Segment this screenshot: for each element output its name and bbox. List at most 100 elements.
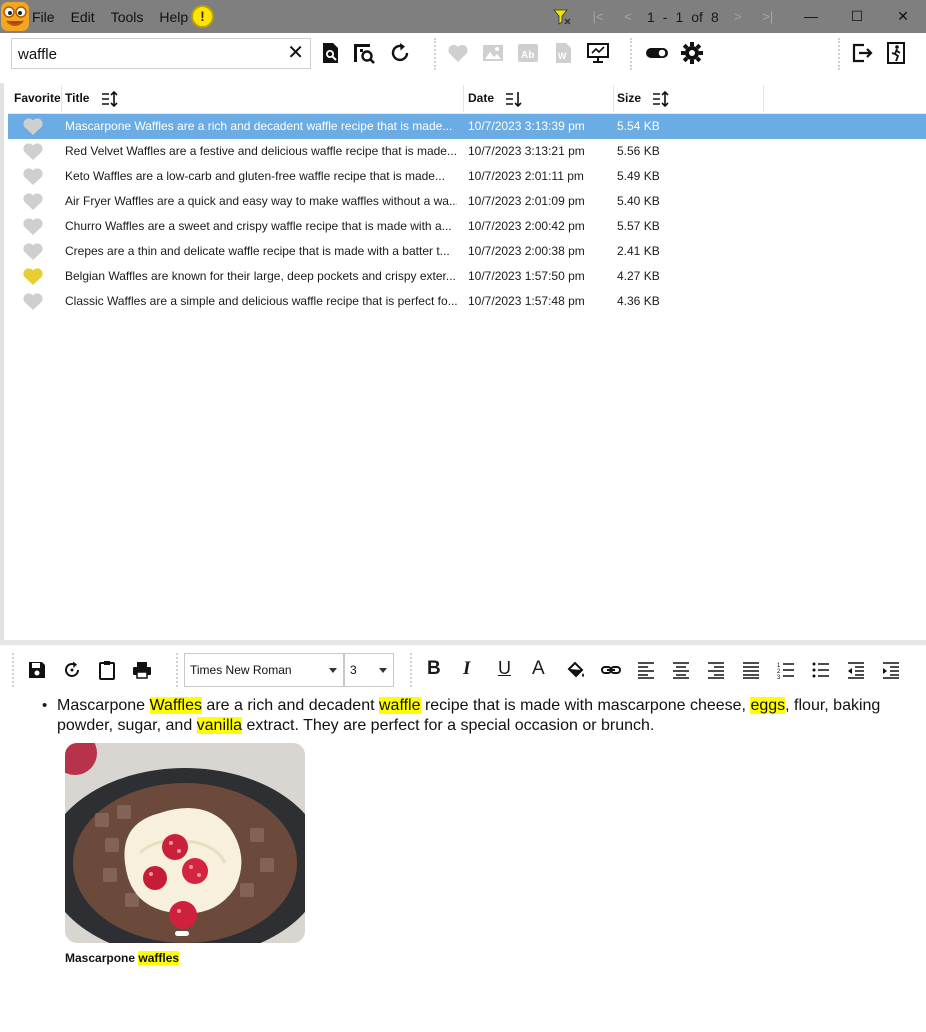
table-row[interactable]: Crepes are a thin and delicate waffle re… (8, 239, 926, 264)
favorite-heart-icon[interactable] (22, 292, 44, 311)
last-page-icon[interactable]: >| (753, 9, 783, 24)
first-page-icon[interactable]: |< (583, 9, 613, 24)
row-title: Air Fryer Waffles are a quick and easy w… (65, 194, 457, 208)
search-highlight: vanilla (196, 716, 243, 734)
exit-icon[interactable] (885, 41, 909, 65)
gear-icon[interactable] (680, 41, 704, 65)
favorite-heart-icon[interactable] (22, 242, 44, 261)
table-row[interactable]: Belgian Waffles are known for their larg… (8, 264, 926, 289)
app-logo-icon (1, 2, 29, 31)
column-divider[interactable] (61, 85, 62, 112)
menu-edit[interactable]: Edit (71, 9, 95, 25)
header-favorite[interactable]: Favorite (14, 83, 61, 114)
favorite-heart-icon[interactable] (22, 192, 44, 211)
menu-tools[interactable]: Tools (111, 9, 144, 25)
clipboard-icon[interactable] (97, 660, 117, 680)
document-editor[interactable]: • Mascarpone Waffles are a rich and deca… (0, 693, 926, 1032)
pager-start: 1 (647, 8, 655, 25)
favorite-heart-icon[interactable] (22, 142, 44, 161)
toolbar-separator (176, 653, 178, 687)
highlight-color-icon[interactable] (566, 660, 586, 680)
font-color-icon[interactable]: A (532, 658, 552, 679)
bullet-list-icon[interactable] (811, 660, 831, 680)
align-left-icon[interactable] (636, 660, 656, 680)
favorite-heart-icon[interactable] (22, 117, 44, 136)
row-size: 4.27 KB (617, 269, 660, 283)
row-title: Churro Waffles are a sweet and crispy wa… (65, 219, 452, 233)
text-run: Mascarpone (57, 697, 150, 714)
sort-icon[interactable] (101, 90, 119, 107)
minimize-button[interactable]: — (788, 0, 834, 33)
row-size: 5.40 KB (617, 194, 660, 208)
table-row[interactable]: Mascarpone Waffles are a rich and decade… (8, 114, 926, 139)
search-input[interactable] (18, 42, 278, 66)
svg-text:3: 3 (777, 675, 781, 680)
header-size[interactable]: Size (617, 83, 670, 114)
chevron-down-icon (379, 668, 387, 673)
table-row[interactable]: Keto Waffles are a low-carb and gluten-f… (8, 164, 926, 189)
table-row[interactable]: Classic Waffles are a simple and delicio… (8, 289, 926, 314)
chevron-down-icon (329, 668, 337, 673)
recipe-paragraph[interactable]: Mascarpone Waffles are a rich and decade… (57, 696, 907, 735)
header-date[interactable]: Date (468, 83, 523, 114)
maximize-button[interactable]: ☐ (834, 0, 880, 33)
sort-icon[interactable] (652, 90, 670, 107)
advanced-search-icon[interactable] (352, 41, 376, 65)
reload-icon[interactable] (62, 660, 82, 680)
align-justify-icon[interactable] (741, 660, 761, 680)
column-divider[interactable] (613, 85, 614, 112)
outdent-icon[interactable] (846, 660, 866, 680)
svg-text:Ab: Ab (521, 50, 534, 61)
search-highlight: waffles (138, 951, 180, 965)
favorite-heart-icon[interactable] (22, 267, 44, 286)
presentation-icon[interactable] (586, 41, 610, 65)
align-center-icon[interactable] (671, 660, 691, 680)
underline-icon[interactable]: U (498, 658, 518, 678)
indent-icon[interactable] (881, 660, 901, 680)
favorite-heart-icon[interactable] (22, 217, 44, 236)
clear-search-icon[interactable]: ✕ (287, 41, 304, 66)
prev-page-icon[interactable]: < (613, 9, 643, 24)
bold-icon[interactable]: B (427, 658, 447, 679)
sort-icon[interactable] (505, 91, 523, 107)
table-row[interactable]: Air Fryer Waffles are a quick and easy w… (8, 189, 926, 214)
pager: |< < 1 - 1 of 8 > >| (583, 0, 783, 33)
text-run: recipe that is made with mascarpone chee… (420, 697, 751, 714)
toolbar-separator (630, 38, 632, 70)
table-row[interactable]: Churro Waffles are a sweet and crispy wa… (8, 214, 926, 239)
toggle-icon[interactable] (645, 41, 669, 65)
next-page-icon[interactable]: > (723, 9, 753, 24)
toolbar-separator (838, 38, 840, 70)
align-right-icon[interactable] (706, 660, 726, 680)
header-size-label: Size (617, 91, 642, 105)
waffle-photo[interactable] (65, 743, 305, 943)
numbered-list-icon[interactable]: 1 2 3 (776, 660, 796, 680)
title-bar: File Edit Tools Help ! |< < 1 - 1 of 8 >… (0, 0, 926, 33)
menu-file[interactable]: File (32, 9, 55, 25)
row-date: 10/7/2023 3:13:39 pm (468, 119, 585, 133)
alert-icon[interactable]: ! (191, 5, 214, 28)
link-icon[interactable] (601, 660, 621, 680)
save-icon[interactable] (27, 660, 47, 680)
row-title: Keto Waffles are a low-carb and gluten-f… (65, 169, 445, 183)
pager-total: 8 (710, 8, 719, 25)
font-size-select[interactable]: 3 (344, 653, 394, 687)
table-row[interactable]: Red Velvet Waffles are a festive and del… (8, 139, 926, 164)
refresh-icon[interactable] (388, 41, 412, 65)
filter-icon[interactable] (553, 8, 571, 26)
favorite-heart-icon[interactable] (22, 167, 44, 186)
column-divider[interactable] (463, 85, 464, 112)
print-icon[interactable] (132, 660, 152, 680)
pager-of: of (691, 8, 703, 25)
search-document-icon[interactable] (318, 41, 342, 65)
row-date: 10/7/2023 1:57:50 pm (468, 269, 585, 283)
recipe-list: Favorite Title Date Size Mascarpone Waff… (0, 83, 926, 640)
menu-help[interactable]: Help (159, 9, 188, 25)
column-divider[interactable] (763, 85, 764, 112)
export-icon[interactable] (850, 41, 874, 65)
close-button[interactable]: ✕ (880, 0, 926, 33)
italic-icon[interactable]: I (463, 658, 483, 679)
font-size-value: 3 (350, 663, 357, 677)
font-family-select[interactable]: Times New Roman (184, 653, 344, 687)
header-title[interactable]: Title (65, 83, 119, 114)
